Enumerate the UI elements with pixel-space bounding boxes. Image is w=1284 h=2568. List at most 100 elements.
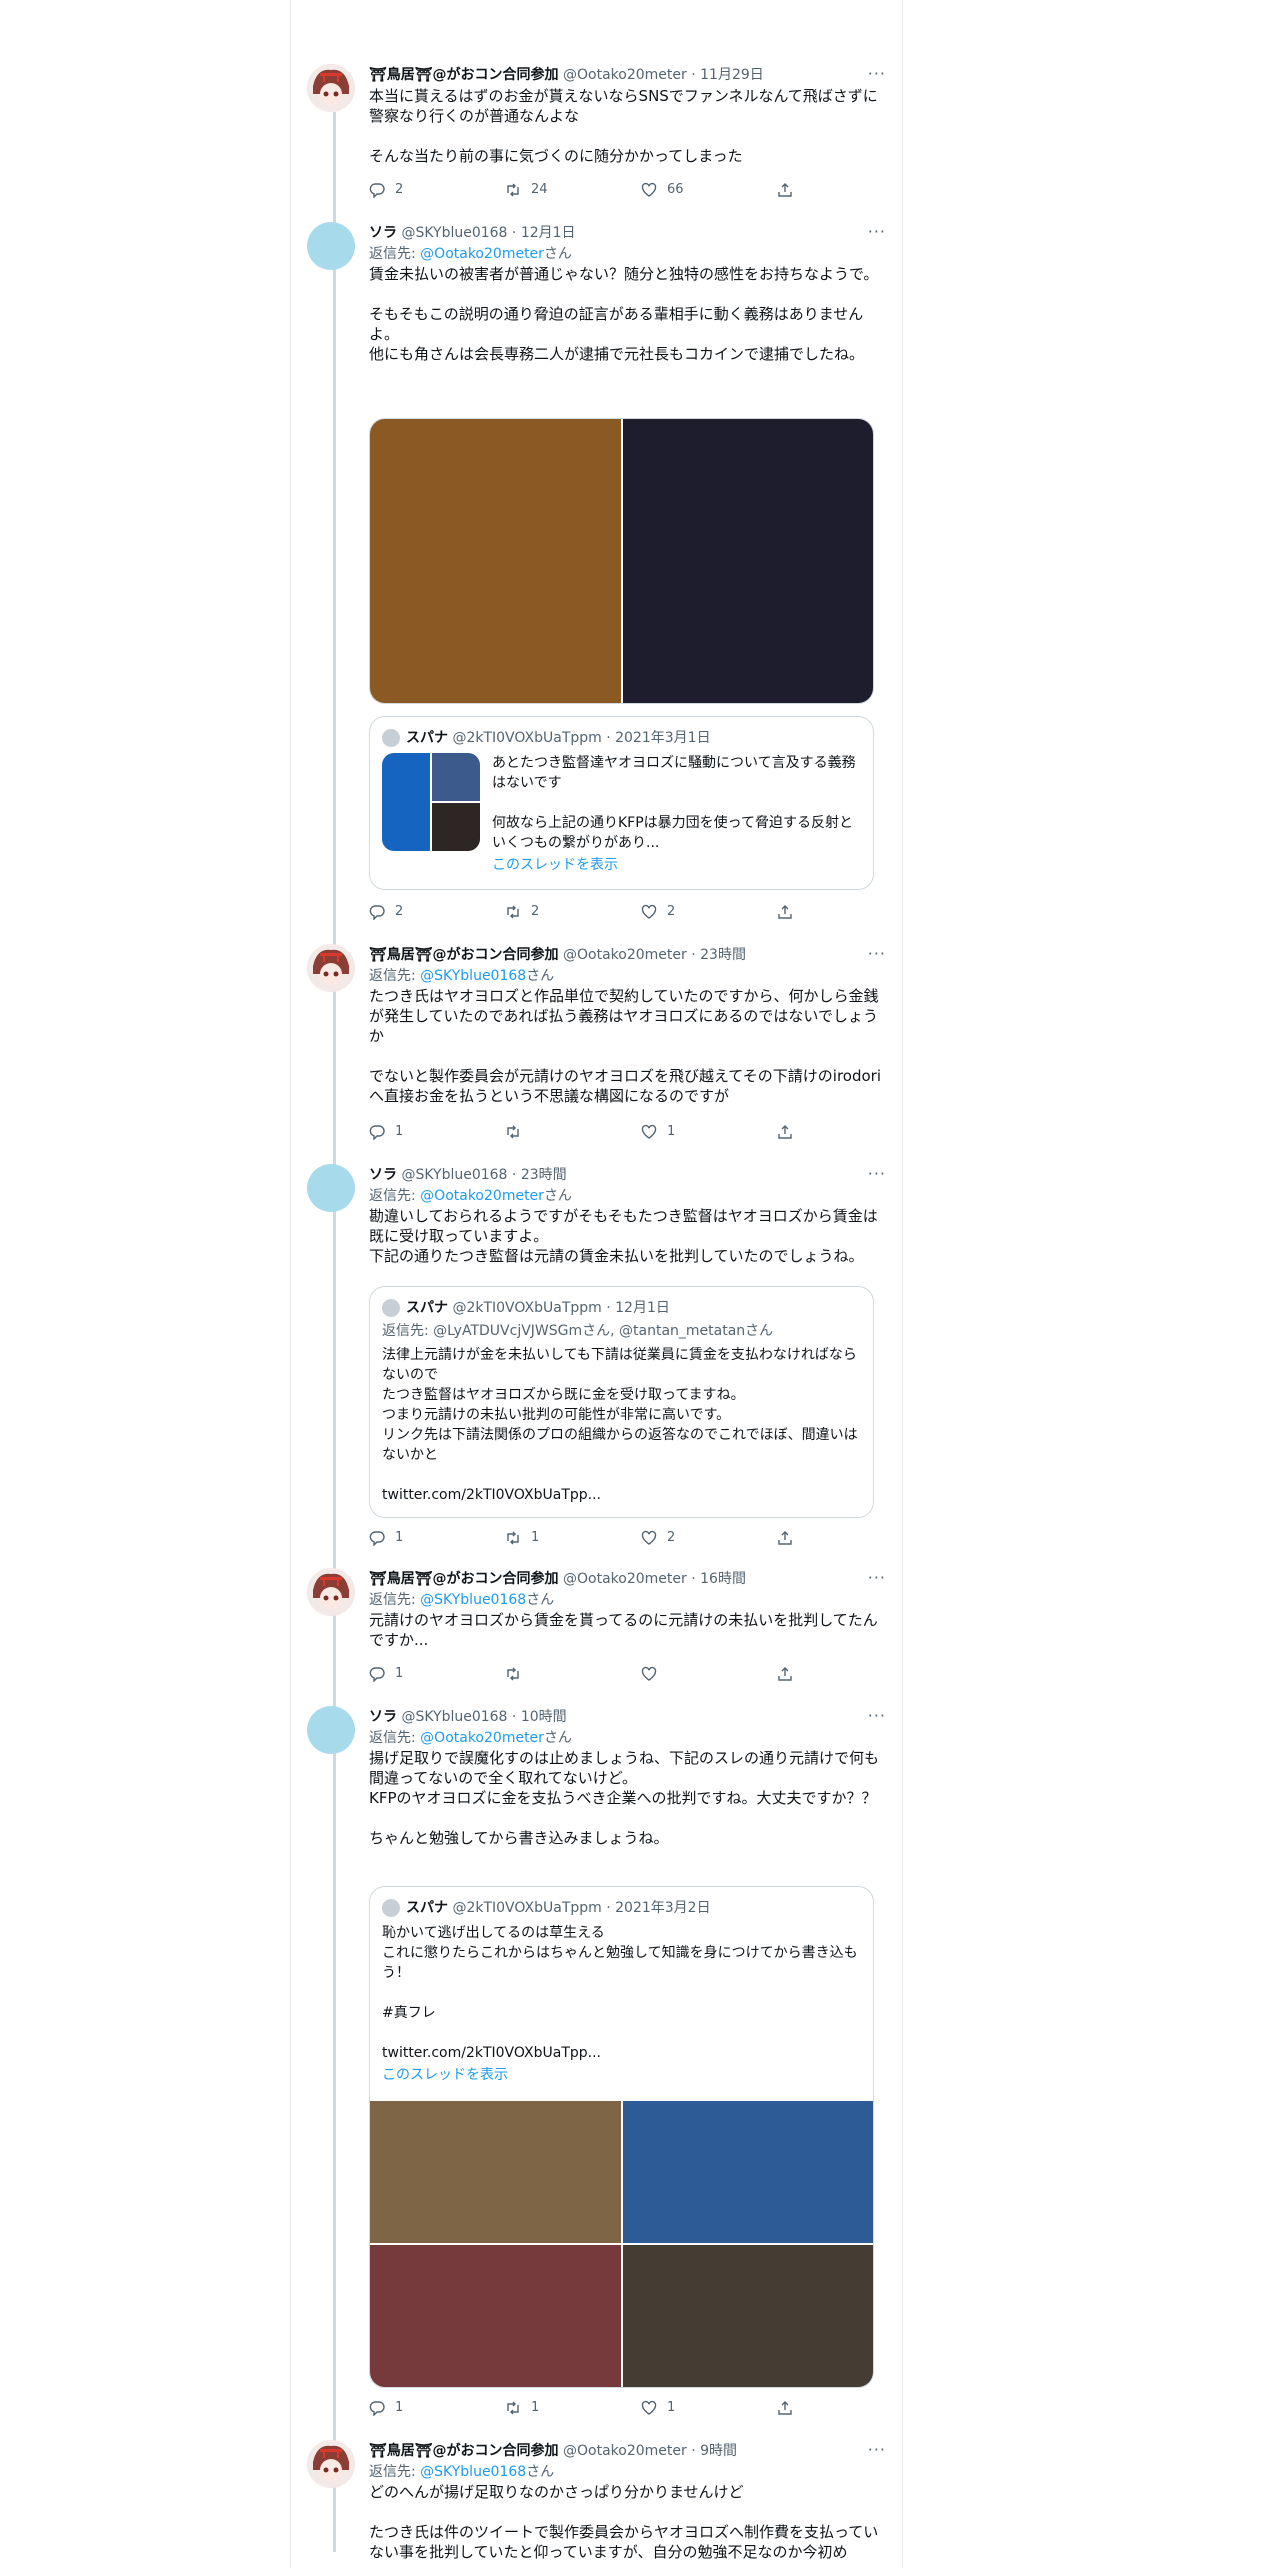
display-name[interactable]: ⛩鳥居⛩@がおコン合同参加 (369, 947, 559, 963)
user-handle[interactable]: @SKYblue0168 (401, 225, 507, 241)
timestamp[interactable]: 11月29日 (700, 67, 764, 83)
image-3[interactable] (370, 2245, 621, 2387)
retweet-button[interactable] (505, 1122, 531, 1142)
avatar[interactable] (307, 222, 355, 270)
share-button[interactable] (777, 1528, 803, 1548)
tweet-4[interactable]: ソラ @SKYblue0168 · 23時間 ··· 返信先: @Ootako2… (291, 1164, 902, 1554)
image-2[interactable] (623, 2101, 873, 2243)
display-name[interactable]: ⛩鳥居⛩@がおコン合同参加 (369, 67, 559, 83)
more-options-icon[interactable]: ··· (868, 1568, 886, 1588)
action-bar: 2 2 2 (369, 902, 829, 922)
user-handle[interactable]: @Ootako20meter (563, 2443, 687, 2459)
quoted-tweet[interactable]: スパナ @2kTI0VOXbUaTppm · 2021年3月2日 恥かいて逃げ出… (369, 1886, 874, 2388)
image-2[interactable] (623, 419, 873, 703)
avatar[interactable] (307, 1706, 355, 1754)
retweet-button[interactable]: 24 (505, 180, 548, 200)
tweet-1[interactable]: ⛩鳥居⛩@がおコン合同参加 @Ootako20meter · 11月29日 ··… (291, 64, 902, 204)
like-button[interactable] (641, 1664, 667, 1684)
avatar[interactable] (307, 1164, 355, 1212)
like-button[interactable]: 66 (641, 180, 684, 200)
quote-media-grid[interactable] (370, 2101, 873, 2387)
reply-button[interactable]: 1 (369, 1122, 403, 1142)
image-1[interactable] (370, 2101, 621, 2243)
tweet-text: たつき氏はヤオヨロズと作品単位で契約していたのですから、何かしら金銭が発生してい… (369, 987, 882, 1105)
mention-link[interactable]: @SKYblue0168 (420, 968, 526, 984)
tweet-2[interactable]: ソラ @SKYblue0168 · 12月1日 ··· 返信先: @Ootako… (291, 222, 902, 922)
avatar[interactable] (307, 1568, 355, 1616)
quoted-tweet[interactable]: スパナ @2kTI0VOXbUaTppm · 2021年3月1日 あとたつき監督… (369, 716, 874, 890)
display-name[interactable]: ソラ (369, 225, 397, 241)
more-options-icon[interactable]: ··· (868, 222, 886, 242)
tweet-7[interactable]: ⛩鳥居⛩@がおコン合同参加 @Ootako20meter · 9時間 ··· 返… (291, 2440, 902, 2568)
share-icon (778, 1124, 792, 1139)
share-button[interactable] (777, 902, 803, 922)
more-options-icon[interactable]: ··· (868, 64, 886, 84)
timestamp[interactable]: 16時間 (700, 1571, 746, 1587)
share-button[interactable] (777, 1664, 803, 1684)
quote-header: スパナ @2kTI0VOXbUaTppm · 2021年3月2日 (382, 1898, 711, 1918)
timestamp[interactable]: 12月1日 (521, 225, 576, 241)
retweet-button[interactable]: 1 (505, 2398, 539, 2418)
image-1[interactable] (370, 419, 621, 703)
like-button[interactable]: 2 (641, 1528, 675, 1548)
user-handle[interactable]: @Ootako20meter (563, 1571, 687, 1587)
tweet-3[interactable]: ⛩鳥居⛩@がおコン合同参加 @Ootako20meter · 23時間 ··· … (291, 944, 902, 1144)
show-thread-link[interactable]: このスレッドを表示 (492, 855, 618, 875)
retweet-button[interactable] (505, 1664, 531, 1684)
avatar[interactable] (307, 2440, 355, 2488)
retweet-icon (507, 183, 519, 196)
reply-button[interactable]: 1 (369, 2398, 403, 2418)
avatar[interactable] (307, 64, 355, 112)
mention-link[interactable]: @Ootako20meter (420, 1188, 544, 1204)
reply-button[interactable]: 2 (369, 180, 403, 200)
timestamp[interactable]: 10時間 (521, 1709, 567, 1725)
reply-button[interactable]: 1 (369, 1664, 403, 1684)
reply-button[interactable]: 2 (369, 902, 403, 922)
like-button[interactable]: 1 (641, 1122, 675, 1142)
display-name[interactable]: ⛩鳥居⛩@がおコン合同参加 (369, 2443, 559, 2459)
mention-link[interactable]: @Ootako20meter (420, 1730, 544, 1746)
user-handle[interactable]: @Ootako20meter (563, 67, 687, 83)
quote-text: 恥かいて逃げ出してるのは草生える これに懲りたらこれからはちゃんと勉強して知識を… (382, 1925, 858, 2061)
replying-to: 返信先: @SKYblue0168さん (369, 2464, 555, 2480)
tweet-text: 賃金未払いの被害者が普通じゃない？随分と独特の感性をお持ちなようで。 そもそもこ… (369, 265, 879, 363)
mention-link[interactable]: @SKYblue0168 (420, 1592, 526, 1608)
timestamp[interactable]: 23時間 (700, 947, 746, 963)
show-thread-link[interactable]: このスレッドを表示 (382, 2065, 508, 2085)
timestamp[interactable]: 9時間 (700, 2443, 737, 2459)
display-name[interactable]: ソラ (369, 1709, 397, 1725)
image-4[interactable] (623, 2245, 873, 2387)
tweet-5[interactable]: ⛩鳥居⛩@がおコン合同参加 @Ootako20meter · 16時間 ··· … (291, 1568, 902, 1692)
share-button[interactable] (777, 1122, 803, 1142)
tweet-text: どのへんが揚げ足取りなのかさっぱり分かりませんけど たつき氏は件のツイートで製作… (369, 2483, 879, 2561)
tweet-header: ソラ @SKYblue0168 · 23時間 (369, 1164, 886, 1186)
reply-button[interactable]: 1 (369, 1528, 403, 1548)
like-button[interactable]: 1 (641, 2398, 675, 2418)
share-button[interactable] (777, 180, 803, 200)
quote-avatar (382, 1299, 400, 1317)
tweet-header: ⛩鳥居⛩@がおコン合同参加 @Ootako20meter · 11月29日 (369, 64, 886, 86)
reply-icon (369, 2400, 385, 2417)
tweet-media[interactable] (369, 418, 874, 704)
display-name[interactable]: ⛩鳥居⛩@がおコン合同参加 (369, 1571, 559, 1587)
avatar[interactable] (307, 944, 355, 992)
more-options-icon[interactable]: ··· (868, 1164, 886, 1184)
user-handle[interactable]: @SKYblue0168 (401, 1167, 507, 1183)
user-handle[interactable]: @Ootako20meter (563, 947, 687, 963)
more-options-icon[interactable]: ··· (868, 944, 886, 964)
timestamp[interactable]: 23時間 (521, 1167, 567, 1183)
quote-avatar (382, 1899, 400, 1917)
more-options-icon[interactable]: ··· (868, 1706, 886, 1726)
user-handle[interactable]: @SKYblue0168 (401, 1709, 507, 1725)
more-options-icon[interactable]: ··· (868, 2440, 886, 2460)
display-name[interactable]: ソラ (369, 1167, 397, 1183)
quoted-tweet[interactable]: スパナ @2kTI0VOXbUaTppm · 12月1日 返信先: @LyATD… (369, 1286, 874, 1518)
action-bar: 1 1 (369, 1122, 829, 1142)
mention-link[interactable]: @Ootako20meter (420, 246, 544, 262)
share-button[interactable] (777, 2398, 803, 2418)
retweet-button[interactable]: 2 (505, 902, 539, 922)
retweet-button[interactable]: 1 (505, 1528, 539, 1548)
tweet-6[interactable]: ソラ @SKYblue0168 · 10時間 ··· 返信先: @Ootako2… (291, 1706, 902, 2418)
like-button[interactable]: 2 (641, 902, 675, 922)
mention-link[interactable]: @SKYblue0168 (420, 2464, 526, 2480)
